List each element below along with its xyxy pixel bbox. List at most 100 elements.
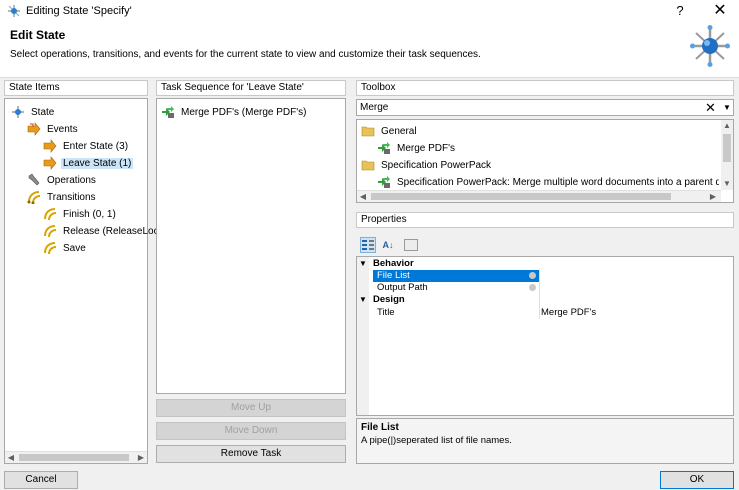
property-output-path-value[interactable] xyxy=(529,282,733,294)
scroll-thumb[interactable] xyxy=(371,193,671,200)
toolbox-item-spec-merge-word[interactable]: Specification PowerPack: Merge multiple … xyxy=(377,174,719,190)
tree-item-transitions[interactable]: Transitions xyxy=(27,189,98,205)
close-button[interactable]: ✕ xyxy=(706,0,734,22)
remove-task-button[interactable]: Remove Task xyxy=(156,445,346,463)
scroll-right-icon[interactable]: ▶ xyxy=(707,191,719,203)
state-items-hscrollbar[interactable]: ◀ ▶ xyxy=(5,451,147,463)
merge-pdf-icon xyxy=(378,176,390,188)
property-grid[interactable]: ▼ Behavior File List Output Path ▼ Design … xyxy=(356,256,734,416)
transitions-icon xyxy=(27,191,41,204)
alphabetical-sort-icon[interactable]: A↓ xyxy=(380,237,396,253)
properties-title: Properties xyxy=(356,212,734,228)
state-icon xyxy=(12,106,24,118)
move-up-button[interactable]: Move Up xyxy=(156,399,346,417)
description-title: File List xyxy=(361,422,399,433)
toolbox-item-clip: Specification PowerPack: Merge multiple … xyxy=(357,174,719,190)
tree-item-label: Save xyxy=(63,242,86,254)
transition-icon xyxy=(44,225,57,238)
merge-pdf-icon xyxy=(378,142,390,154)
property-file-list-value[interactable] xyxy=(529,270,733,282)
scroll-thumb[interactable] xyxy=(723,134,731,162)
tree-item-operations[interactable]: Operations xyxy=(27,172,98,188)
tree-item-label: State xyxy=(31,106,55,118)
tree-item-label: Finish (0, 1) xyxy=(63,208,116,220)
move-down-button[interactable]: Move Down xyxy=(156,422,346,440)
category-design[interactable]: ▼ Design xyxy=(359,294,729,306)
property-title[interactable]: Title xyxy=(373,307,539,319)
tree-item-label: Leave State (1) xyxy=(61,157,134,169)
tree-item-label: Events xyxy=(47,123,78,135)
toolbox-item-merge-pdfs[interactable]: Merge PDF's xyxy=(377,140,457,156)
folder-icon xyxy=(361,160,375,171)
tree-item-state[interactable]: State xyxy=(11,104,56,120)
description-text: A pipe(|)seperated list of file names. xyxy=(361,435,512,446)
state-logo-icon xyxy=(690,25,730,67)
events-icon xyxy=(27,122,41,136)
transition-icon xyxy=(44,242,57,255)
merge-pdf-icon xyxy=(162,106,174,118)
property-description: File List A pipe(|)seperated list of fil… xyxy=(356,418,734,464)
toolbox-item-label: Merge PDF's xyxy=(397,142,456,154)
reset-dot-icon xyxy=(529,284,536,291)
tree-item-finish[interactable]: Finish (0, 1) xyxy=(43,206,118,222)
folder-icon xyxy=(361,126,375,137)
task-item-merge-pdfs[interactable]: Merge PDF's (Merge PDF's) xyxy=(161,104,309,120)
cancel-button[interactable]: Cancel xyxy=(4,471,78,489)
state-icon xyxy=(8,5,20,17)
window-titlebar: Editing State 'Specify' ? ✕ xyxy=(0,0,739,22)
wrench-icon xyxy=(28,173,40,186)
dialog-header: Edit State Select operations, transition… xyxy=(0,22,739,78)
state-items-title: State Items xyxy=(4,80,148,96)
tree-item-save[interactable]: Save xyxy=(43,240,88,256)
tree-item-enter-state[interactable]: Enter State (3) xyxy=(43,138,130,154)
scroll-up-icon[interactable]: ▲ xyxy=(721,120,733,132)
categorized-icon xyxy=(362,240,374,250)
toolbox-hscrollbar[interactable]: ◀ ▶ xyxy=(357,190,721,202)
collapse-icon[interactable]: ▼ xyxy=(359,258,373,270)
category-behavior[interactable]: ▼ Behavior xyxy=(359,258,729,270)
toolbox-item-label: Specification PowerPack xyxy=(381,159,492,171)
toolbox-item-spec-powerpack[interactable]: Specification PowerPack xyxy=(361,157,493,173)
toolbox-item-general[interactable]: General xyxy=(361,123,419,139)
event-icon xyxy=(43,139,57,153)
page-description: Select operations, transitions, and even… xyxy=(10,49,481,60)
tree-item-events[interactable]: Events xyxy=(27,121,80,137)
toolbox-search-input[interactable] xyxy=(360,101,690,114)
scroll-down-icon[interactable]: ▼ xyxy=(721,178,733,190)
tree-item-label: Operations xyxy=(47,174,96,186)
task-sequence-title: Task Sequence for 'Leave State' xyxy=(156,80,346,96)
ok-button[interactable]: OK xyxy=(660,471,734,489)
scroll-left-icon[interactable]: ◀ xyxy=(5,452,17,464)
toolbox-item-label: General xyxy=(381,125,417,137)
properties-toolbar: A↓ xyxy=(356,234,734,256)
tree-item-label: Release (ReleaseLoc xyxy=(63,225,159,237)
scroll-left-icon[interactable]: ◀ xyxy=(357,191,369,203)
toolbox-item-label: Specification PowerPack: Merge multiple … xyxy=(397,176,719,188)
window-title: Editing State 'Specify' xyxy=(26,5,132,17)
collapse-icon[interactable]: ▼ xyxy=(359,294,373,306)
toolbox-search[interactable]: ✕ ▼ xyxy=(356,99,734,116)
help-button[interactable]: ? xyxy=(668,0,692,22)
task-item-label: Merge PDF's (Merge PDF's) xyxy=(181,106,307,118)
transition-icon xyxy=(44,208,57,221)
tree-item-label: Enter State (3) xyxy=(63,140,129,152)
state-items-tree[interactable]: State Events Enter State (3) Leave State… xyxy=(4,98,159,464)
tree-item-leave-state[interactable]: Leave State (1) xyxy=(43,155,134,171)
toolbox-vscrollbar[interactable]: ▲ ▼ xyxy=(721,120,733,190)
page-title: Edit State xyxy=(10,28,66,42)
chevron-down-icon[interactable]: ▼ xyxy=(723,100,731,115)
column-divider xyxy=(539,269,540,319)
scroll-right-icon[interactable]: ▶ xyxy=(135,452,147,464)
clear-search-icon[interactable]: ✕ xyxy=(705,100,716,115)
tree-item-release[interactable]: Release (ReleaseLoc xyxy=(43,223,161,239)
toolbox-tree[interactable]: General Merge PDF's Specification PowerP… xyxy=(356,119,734,203)
task-sequence-list[interactable]: Merge PDF's (Merge PDF's) xyxy=(156,98,346,394)
categorized-view-button[interactable] xyxy=(360,237,376,253)
property-output-path[interactable]: Output Path xyxy=(373,282,539,294)
scroll-thumb[interactable] xyxy=(19,454,129,461)
toolbox-title: Toolbox xyxy=(356,80,734,96)
property-title-value[interactable]: Merge PDF's xyxy=(541,307,731,319)
property-pages-icon[interactable] xyxy=(404,239,418,251)
property-file-list[interactable]: File List xyxy=(373,270,539,282)
property-grid-margin xyxy=(357,257,369,415)
